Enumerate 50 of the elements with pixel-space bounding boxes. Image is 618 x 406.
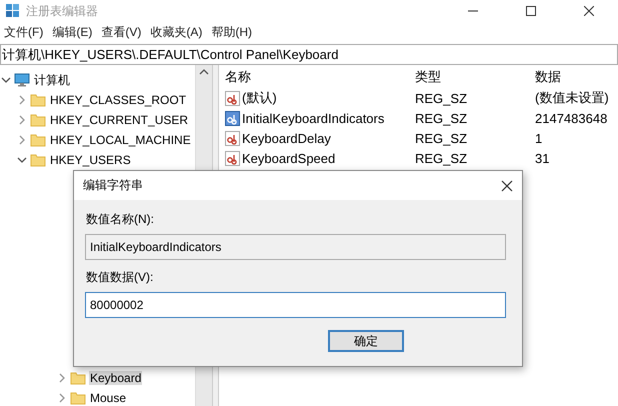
folder-icon	[30, 133, 46, 147]
tree-item[interactable]: HKEY_CURRENT_USER	[49, 113, 190, 127]
value-name[interactable]: (默认)	[242, 89, 277, 107]
field-label: 数值名称(N):	[86, 211, 155, 228]
table-cell-text: REG_SZ	[415, 150, 468, 166]
tree-item[interactable]: 计算机	[33, 72, 71, 88]
tree-item[interactable]: HKEY_LOCAL_MACHINE	[49, 133, 192, 147]
field-label: 数值数据(V):	[86, 269, 154, 286]
value-name[interactable]: InitialKeyboardIndicators	[242, 110, 384, 126]
monitor-icon	[14, 73, 30, 87]
string-value-icon	[225, 150, 240, 166]
menu-item[interactable]: 帮助(H)	[209, 24, 259, 40]
close-icon	[584, 6, 594, 16]
close-icon	[501, 180, 513, 192]
column-header[interactable]: 类型	[415, 68, 535, 86]
table-cell-text: REG_SZ	[415, 130, 468, 146]
folder-icon	[30, 153, 46, 167]
input-field[interactable]: 80000002	[85, 292, 506, 318]
table-cell-text: 1	[535, 130, 544, 146]
folder-icon	[30, 93, 46, 107]
column-header[interactable]: 数据	[535, 68, 618, 86]
table-cell-text: REG_SZ	[415, 110, 468, 126]
tree-item[interactable]: Keyboard	[89, 371, 142, 385]
menu-item[interactable]: 编辑(E)	[50, 24, 100, 40]
table-cell-text: 2147483648	[535, 110, 608, 126]
string-value-icon	[225, 130, 240, 146]
folder-icon	[70, 371, 86, 385]
value-name[interactable]: KeyboardDelay	[242, 130, 331, 146]
dialog-title: 编辑字符串	[83, 177, 144, 194]
value-name[interactable]: KeyboardSpeed	[242, 150, 336, 166]
folder-icon	[70, 391, 86, 405]
window-title: 注册表编辑器	[26, 2, 99, 20]
tree-item[interactable]: HKEY_CLASSES_ROOT	[49, 93, 188, 107]
menu-item[interactable]: 查看(V)	[99, 24, 148, 40]
binary-value-icon	[225, 110, 240, 126]
folder-icon	[30, 113, 46, 127]
table-cell-text: REG_SZ	[415, 90, 468, 106]
input-field[interactable]: InitialKeyboardIndicators	[85, 234, 506, 260]
menu-item[interactable]: 文件(F)	[2, 24, 50, 40]
registry-icon	[6, 4, 20, 18]
table-cell-text: (数值未设置)	[535, 89, 610, 107]
maximize-icon	[526, 6, 536, 16]
address-bar[interactable]: 计算机\HKEY_USERS\.DEFAULT\Control Panel\Keyboard	[0, 44, 618, 65]
tree-item[interactable]: Mouse	[89, 391, 128, 405]
ok-button[interactable]: 确定	[328, 330, 404, 352]
string-value-icon	[225, 90, 240, 106]
column-header[interactable]: 名称	[225, 68, 415, 86]
table-cell-text: 31	[535, 150, 550, 166]
menu-item[interactable]: 收藏夹(A)	[148, 24, 210, 40]
tree-item[interactable]: HKEY_USERS	[49, 153, 132, 167]
